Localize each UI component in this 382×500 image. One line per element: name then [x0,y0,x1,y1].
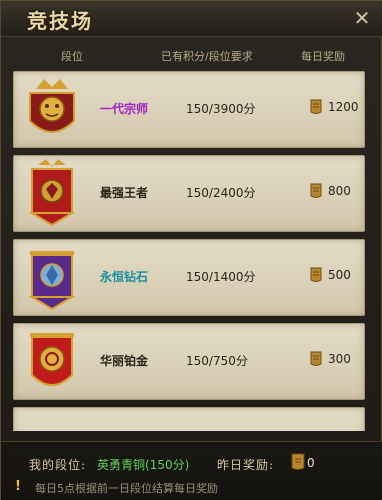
window-title: 竞技场 [27,9,93,33]
rank-points: 150/2400分 [186,186,256,200]
title-bar: 竞技场 ✕ [1,1,382,37]
yesterday-reward-label: 昨日奖励: [217,458,275,472]
rank-row: 华丽铂金 150/750分 300 [13,323,365,400]
purple-banner-emblem-icon [28,251,76,311]
rank-points: 150/1400分 [186,270,256,284]
my-rank-label: 我的段位: [29,458,87,472]
rank-list[interactable]: 一代宗师 150/3900分 1200 最强王者 150/2400分 800 永… [13,71,365,431]
scroll-icon [310,267,322,282]
exclamation-icon: ! [15,479,21,494]
reward-value: 800 [328,184,351,198]
scroll-icon [310,183,322,198]
rank-points: 150/3900分 [186,102,256,116]
rank-row [13,407,365,431]
reward-value: 500 [328,268,351,282]
scroll-icon [291,453,305,470]
red-banner-emblem-icon [28,159,76,227]
my-rank-value: 英勇青铜(150分) [97,458,190,472]
header-points: 已有积分/段位要求 [161,50,253,63]
reward-value: 300 [328,352,351,366]
rank-name: 华丽铂金 [100,354,149,368]
table-header: 段位 已有积分/段位要求 每日奖励 [1,45,382,67]
rank-row: 最强王者 150/2400分 800 [13,155,365,232]
scroll-icon [310,99,322,114]
yesterday-reward-value: 0 [307,456,315,470]
reward-value: 1200 [328,100,359,114]
notice-text: 每日5点根据前一日段位结算每日奖励 [35,482,218,495]
golden-dragon-emblem-icon [29,79,75,133]
red-shield-emblem-icon [30,333,74,386]
header-rank: 段位 [61,50,83,63]
arena-panel: 竞技场 ✕ 段位 已有积分/段位要求 每日奖励 一代宗师 150/3900分 1… [0,0,382,500]
rank-points: 150/750分 [186,354,248,368]
close-icon[interactable]: ✕ [351,7,373,29]
scroll-icon [310,351,322,366]
header-reward: 每日奖励 [301,50,345,63]
footer: 我的段位: 英勇青铜(150分) 昨日奖励: 0 ! 每日5点根据前一日段位结算… [1,441,382,500]
rank-name: 永恒钻石 [100,270,149,284]
rank-row: 永恒钻石 150/1400分 500 [13,239,365,316]
rank-name: 一代宗师 [100,102,149,116]
rank-row: 一代宗师 150/3900分 1200 [13,71,365,148]
rank-name: 最强王者 [100,186,149,200]
